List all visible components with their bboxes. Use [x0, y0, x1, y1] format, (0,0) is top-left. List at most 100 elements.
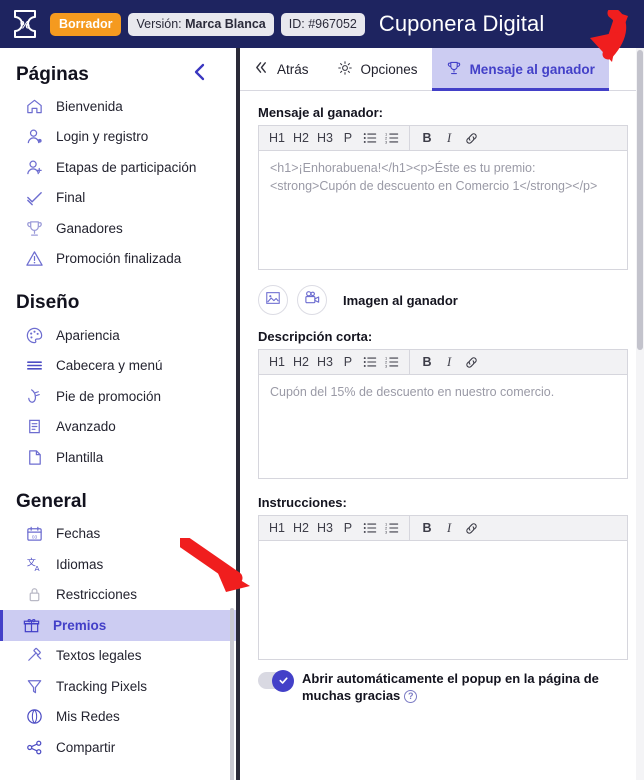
italic-button[interactable]: I: [438, 516, 460, 540]
heading3-button[interactable]: H3: [313, 516, 337, 540]
bullet-list-icon[interactable]: [359, 350, 381, 374]
sidebar-item-restricciones[interactable]: Restricciones: [0, 580, 236, 611]
trophy-icon: [23, 217, 45, 239]
sidebar-item-label: Ganadores: [56, 220, 123, 236]
video-upload-button[interactable]: [297, 285, 327, 315]
page-scrollbar-thumb[interactable]: [637, 50, 643, 350]
network-globe-icon: [23, 706, 45, 728]
sidebar-header: Páginas: [0, 48, 236, 91]
sidebar-item-label: Compartir: [56, 739, 116, 755]
heading3-button[interactable]: H3: [313, 126, 337, 150]
instructions-label: Instrucciones:: [258, 495, 347, 510]
sidebar-item-label: Avanzado: [56, 419, 116, 435]
coupon-ticket-percent-icon: %: [12, 9, 38, 39]
sidebar-scrollbar-thumb[interactable]: [230, 608, 234, 780]
sidebar-item-plantilla[interactable]: Plantilla: [0, 442, 236, 473]
tab-atras[interactable]: Atrás: [240, 48, 323, 90]
page-icon: [23, 446, 45, 468]
sidebar-item-avanzado[interactable]: Avanzado: [0, 412, 236, 443]
sidebar-item-label: Promoción finalizada: [56, 251, 182, 267]
sidebar-section-title-general: General: [16, 490, 87, 512]
sidebar-item-apariencia[interactable]: Apariencia: [0, 320, 236, 351]
sidebar-item-ganadores[interactable]: Ganadores: [0, 213, 236, 244]
bold-button[interactable]: B: [416, 350, 438, 374]
paragraph-button[interactable]: P: [337, 126, 359, 150]
gavel-icon: [23, 645, 45, 667]
sidebar-item-label: Pie de promoción: [56, 388, 162, 404]
svg-text:3: 3: [385, 139, 388, 144]
bold-button[interactable]: B: [416, 126, 438, 150]
sidebar-item-label: Fechas: [56, 526, 101, 542]
numbered-list-icon[interactable]: 123: [381, 350, 403, 374]
sidebar-item-fechas[interactable]: 03 Fechas: [0, 519, 236, 550]
sidebar-item-bienvenida[interactable]: Bienvenida: [0, 91, 236, 122]
winner-message-input[interactable]: <h1>¡Enhorabuena!</h1><p>Éste es tu prem…: [259, 151, 627, 204]
sidebar-item-compartir[interactable]: Compartir: [0, 732, 236, 763]
share-icon: [23, 736, 45, 758]
winner-message-label: Mensaje al ganador:: [258, 105, 383, 120]
link-icon[interactable]: [460, 126, 483, 150]
sidebar-scrollbar[interactable]: [230, 48, 235, 780]
toolbar-separator: [408, 515, 410, 541]
editor-toolbar: H1 H2 H3 P 123 B I: [259, 349, 627, 375]
sidebar-item-label: Bienvenida: [56, 98, 123, 114]
sidebar-item-final[interactable]: Final: [0, 183, 236, 214]
heading1-button[interactable]: H1: [265, 516, 289, 540]
paragraph-button[interactable]: P: [337, 350, 359, 374]
chevron-left-icon[interactable]: [192, 62, 220, 87]
numbered-list-icon[interactable]: 123: [381, 126, 403, 150]
short-description-input[interactable]: Cupón del 15% de descuento en nuestro co…: [259, 375, 627, 411]
sidebar-item-tracking-pixels[interactable]: Tracking Pixels: [0, 671, 236, 702]
auto-open-popup-toggle[interactable]: [258, 669, 294, 692]
sidebar-item-pie-de-promocion[interactable]: Pie de promoción: [0, 381, 236, 412]
sidebar-item-label: Etapas de participación: [56, 159, 197, 175]
paragraph-button[interactable]: P: [337, 516, 359, 540]
sidebar-item-textos-legales[interactable]: Textos legales: [0, 641, 236, 672]
heading3-button[interactable]: H3: [313, 350, 337, 374]
image-upload-button[interactable]: [258, 285, 288, 315]
sidebar-item-login-y-registro[interactable]: Login y registro: [0, 122, 236, 153]
winner-message-editor[interactable]: H1 H2 H3 P 123 B I <h1>¡Enhorabuena!</h1…: [258, 125, 628, 270]
heading1-button[interactable]: H1: [265, 350, 289, 374]
sidebar-item-label: Cabecera y menú: [56, 358, 163, 374]
sidebar-item-premios[interactable]: Premios: [0, 610, 236, 641]
heading1-button[interactable]: H1: [265, 126, 289, 150]
italic-button[interactable]: I: [438, 350, 460, 374]
instructions-editor[interactable]: H1 H2 H3 P 123 B I: [258, 515, 628, 660]
bullet-list-icon[interactable]: [359, 126, 381, 150]
id-badge: ID: #967052: [280, 12, 365, 36]
heading2-button[interactable]: H2: [289, 126, 313, 150]
link-icon[interactable]: [460, 350, 483, 374]
sidebar-item-mis-redes[interactable]: Mis Redes: [0, 702, 236, 733]
bullet-list-icon[interactable]: [359, 516, 381, 540]
sidebar-item-promocion-finalizada[interactable]: Promoción finalizada: [0, 244, 236, 275]
page-scrollbar[interactable]: [636, 48, 644, 780]
main-panel: Atrás Opciones Mensaje al ganador Mensaj…: [240, 48, 644, 780]
version-prefix: Versión:: [136, 16, 182, 31]
instructions-input[interactable]: [259, 541, 627, 559]
sidebar[interactable]: Páginas Bienvenida Login y registro Etap…: [0, 48, 236, 780]
user-login-icon: [23, 126, 45, 148]
numbered-list-icon[interactable]: 123: [381, 516, 403, 540]
italic-button[interactable]: I: [438, 126, 460, 150]
svg-text:A: A: [34, 564, 40, 573]
tab-mensaje-al-ganador[interactable]: Mensaje al ganador: [431, 48, 610, 91]
editor-toolbar: H1 H2 H3 P 123 B I: [259, 125, 627, 151]
sidebar-item-label: Final: [56, 190, 86, 206]
sidebar-item-idiomas[interactable]: 文A Idiomas: [0, 549, 236, 580]
auto-open-popup-label: Abrir automáticamente el popup en la pág…: [302, 670, 602, 704]
tab-opciones[interactable]: Opciones: [323, 48, 432, 90]
short-description-editor[interactable]: H1 H2 H3 P 123 B I Cupón del 15% de desc…: [258, 349, 628, 479]
user-add-icon: [23, 156, 45, 178]
page-title: Cuponera Digital: [378, 11, 545, 36]
heading2-button[interactable]: H2: [289, 350, 313, 374]
video-camera-icon: [304, 289, 321, 311]
tab-label: Opciones: [360, 61, 418, 77]
heading2-button[interactable]: H2: [289, 516, 313, 540]
question-mark-icon[interactable]: ?: [404, 690, 418, 704]
footer-icon: [23, 385, 45, 407]
link-icon[interactable]: [460, 516, 483, 540]
bold-button[interactable]: B: [416, 516, 438, 540]
sidebar-item-cabecera-y-menu[interactable]: Cabecera y menú: [0, 351, 236, 382]
sidebar-item-etapas-de-participacion[interactable]: Etapas de participación: [0, 152, 236, 183]
